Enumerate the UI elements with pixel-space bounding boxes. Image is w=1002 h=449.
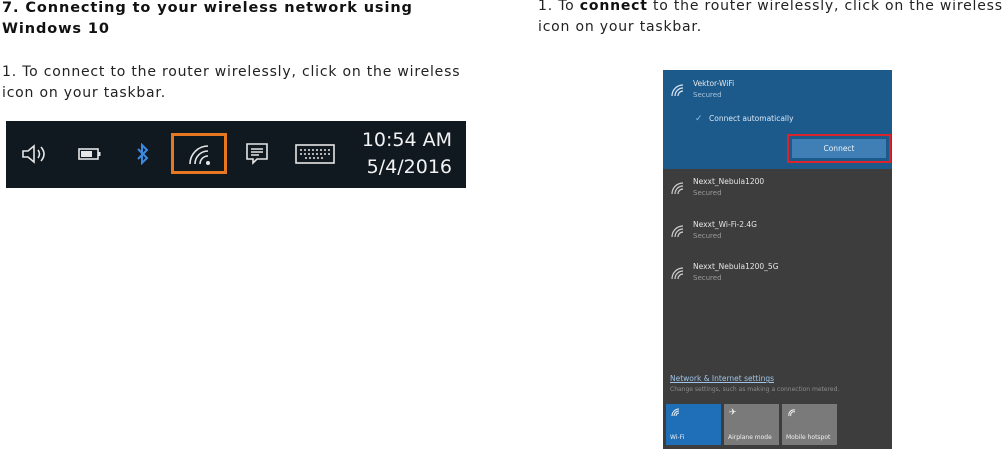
network-status: Secured bbox=[693, 189, 722, 197]
quick-action-label: Wi-Fi bbox=[670, 434, 685, 441]
network-name: Nexxt_Wi-Fi-2.4G bbox=[693, 220, 757, 229]
selected-network[interactable]: Vektor-WiFi Secured bbox=[663, 76, 892, 110]
wifi-icon bbox=[671, 408, 681, 420]
network-status: Secured bbox=[693, 91, 722, 99]
clock-time: 10:54 AM bbox=[361, 129, 452, 151]
connect-automatically-label: Connect automatically bbox=[709, 114, 794, 123]
wifi-icon bbox=[671, 223, 687, 242]
network-item[interactable]: Nexxt_Wi-Fi-2.4G Secured bbox=[663, 217, 892, 251]
taskbar: 10:54 AM 5/4/2016 bbox=[6, 121, 466, 188]
quick-action-label: Mobile hotspot bbox=[786, 434, 831, 441]
connect-automatically-checkbox[interactable]: ✓ Connect automatically bbox=[695, 114, 794, 124]
quick-action-airplane[interactable]: ✈ Airplane mode bbox=[724, 404, 779, 445]
network-settings-link[interactable]: Network & Internet settings bbox=[670, 374, 774, 383]
quick-action-label: Airplane mode bbox=[728, 434, 772, 441]
network-status: Secured bbox=[693, 232, 722, 240]
right-step-bold: connect bbox=[579, 0, 648, 14]
wifi-icon bbox=[671, 265, 687, 284]
clock[interactable]: 10:54 AM 5/4/2016 bbox=[362, 127, 452, 181]
volume-icon[interactable] bbox=[20, 138, 50, 170]
battery-icon[interactable] bbox=[76, 138, 104, 170]
quick-action-hotspot[interactable]: Mobile hotspot bbox=[782, 404, 837, 445]
wifi-icon bbox=[671, 82, 687, 101]
checkmark-icon: ✓ bbox=[695, 114, 703, 124]
network-settings-description: Change settings, such as making a connec… bbox=[670, 386, 840, 393]
keyboard-icon[interactable] bbox=[294, 138, 336, 170]
connect-button[interactable]: Connect bbox=[792, 139, 886, 158]
action-center-icon[interactable] bbox=[244, 138, 270, 170]
network-item[interactable]: Nexxt_Nebula1200_5G Secured bbox=[663, 259, 892, 293]
wifi-icon[interactable] bbox=[184, 138, 218, 170]
left-step-text: 1. To connect to the router wirelessly, … bbox=[2, 64, 461, 101]
network-item[interactable]: Nexxt_Nebula1200 Secured bbox=[663, 174, 892, 208]
selected-network-panel[interactable]: Vektor-WiFi Secured ✓ Connect automatical… bbox=[663, 70, 892, 169]
wifi-icon bbox=[671, 180, 687, 199]
connect-highlight: Connect bbox=[787, 134, 891, 163]
network-name: Vektor-WiFi bbox=[693, 79, 735, 88]
right-step-text: 1. To connect to the router wirelessly, … bbox=[538, 0, 1002, 38]
network-status: Secured bbox=[693, 274, 722, 282]
network-flyout: Vektor-WiFi Secured ✓ Connect automatical… bbox=[663, 70, 892, 449]
clock-date: 5/4/2016 bbox=[366, 156, 452, 178]
right-step-prefix: 1. To bbox=[538, 0, 580, 14]
network-name: Nexxt_Nebula1200 bbox=[693, 177, 765, 186]
bluetooth-icon[interactable] bbox=[132, 138, 154, 170]
section-heading: 7. Connecting to your wireless network u… bbox=[2, 0, 413, 37]
quick-action-wifi[interactable]: Wi-Fi bbox=[666, 404, 721, 445]
hotspot-icon bbox=[787, 408, 797, 420]
network-name: Nexxt_Nebula1200_5G bbox=[693, 262, 779, 271]
airplane-icon: ✈ bbox=[729, 408, 737, 418]
